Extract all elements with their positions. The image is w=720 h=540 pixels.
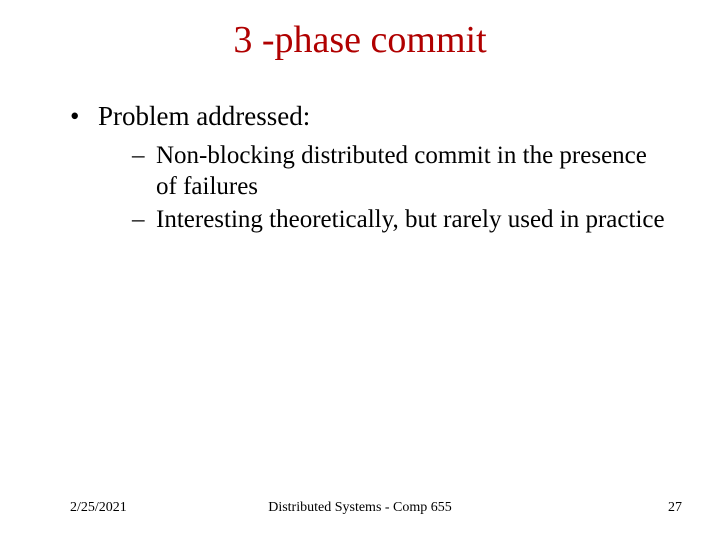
sub-bullet-group: Non-blocking distributed commit in the p… xyxy=(98,140,670,236)
bullet-level1: Problem addressed: Non-blocking distribu… xyxy=(70,100,670,236)
bullet-level2: Non-blocking distributed commit in the p… xyxy=(132,140,670,203)
slide: 3 -phase commit Problem addressed: Non-b… xyxy=(0,0,720,540)
bullet-level2: Interesting theoretically, but rarely us… xyxy=(132,204,670,235)
slide-title: 3 -phase commit xyxy=(0,18,720,62)
slide-body: Problem addressed: Non-blocking distribu… xyxy=(70,100,670,242)
footer-center: Distributed Systems - Comp 655 xyxy=(0,500,720,516)
footer-page-number: 27 xyxy=(668,500,682,516)
bullet-text: Interesting theoretically, but rarely us… xyxy=(156,206,665,233)
bullet-text: Non-blocking distributed commit in the p… xyxy=(156,142,647,200)
bullet-text: Problem addressed: xyxy=(98,101,310,131)
